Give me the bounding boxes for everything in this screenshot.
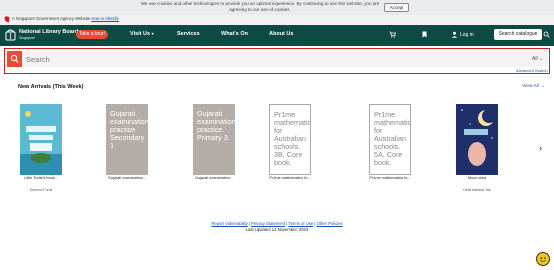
nav-visit-us-label: Visit Us [130,31,151,37]
footer-links: Report Vulnerability | Privacy Statement… [211,221,343,226]
report-vulnerability-link[interactable]: Report Vulnerability [211,221,247,226]
search-icon [10,54,19,63]
book-author: Heidi Adriana Jair [463,188,491,192]
book-title[interactable]: Little Turtle's book... [11,176,71,181]
nav-about-us[interactable]: About Us [269,31,293,37]
book-cover[interactable] [20,104,62,175]
nav-whats-on[interactable]: What's On [221,31,248,37]
book-title[interactable]: Gujarati examination... [184,176,244,181]
how-to-identify-link[interactable]: How to identify [91,16,118,21]
terms-of-use-link[interactable]: Terms of Use [288,221,313,226]
cookie-accept-button[interactable]: Accept [384,3,409,12]
gov-agency-label: A Singapore Government Agency Website [12,16,91,21]
search-catalogue-button[interactable]: Search catalogue [494,29,542,40]
take-a-tour-button[interactable]: Take a tour! [76,30,108,39]
search-scope-value: All [532,56,538,62]
nav-services[interactable]: Services [177,31,200,37]
book-cover[interactable]: Pr1me mathematics for Australian schools… [269,104,311,175]
cookie-message: We use cookies and other technologies to… [140,1,380,12]
search-scope-select[interactable]: All ⌄ [532,56,543,62]
search-placeholder: Search [26,55,50,64]
book-cover[interactable] [456,104,498,175]
view-all-link[interactable]: View All → [522,84,545,89]
book-cover[interactable]: Gujarati examination practice. Primary 3… [193,104,235,175]
user-icon[interactable] [451,31,458,38]
brand-name[interactable]: National Library Board [19,29,78,35]
lion-head-icon [4,16,10,23]
book-title[interactable]: Pr1me mathematics fo... [360,176,420,181]
gov-text: A Singapore Government Agency Website Ho… [12,16,119,22]
bookmark-icon[interactable] [421,31,428,38]
chevron-right-icon[interactable]: › [539,143,542,153]
cart-icon[interactable] [389,31,396,38]
search-icon[interactable] [543,31,550,38]
nav-visit-us[interactable]: Visit Us ▾ [130,31,154,37]
book-cover[interactable]: Gujarati examination practice Secondary … [106,104,148,175]
advanced-search-link[interactable]: Advanced Search [516,68,548,73]
chevron-down-icon: ▾ [151,31,154,36]
search-input[interactable] [7,51,548,67]
nlb-logo-icon[interactable] [5,28,17,42]
last-updated-text: Last Updated 12 November, 2023 [245,227,309,232]
brand-subtitle: Singapore [19,36,35,40]
book-title[interactable]: Pr1me mathematics fo... [260,176,320,181]
section-title: New Arrivals (This Week) [18,84,84,90]
book-author: Dominic Furull [29,188,53,192]
login-link[interactable]: Log in [460,32,474,38]
book-cover[interactable]: Pr1me mathematics for Australian schools… [369,104,411,175]
book-title[interactable]: Gujarati examination... [97,176,157,181]
chatbot-icon[interactable] [536,252,550,266]
privacy-statement-link[interactable]: Privacy Statement [251,221,285,226]
chevron-down-icon: ⌄ [538,56,544,62]
book-title[interactable]: Moon child [447,176,507,181]
other-policies-link[interactable]: Other Policies [317,221,343,226]
